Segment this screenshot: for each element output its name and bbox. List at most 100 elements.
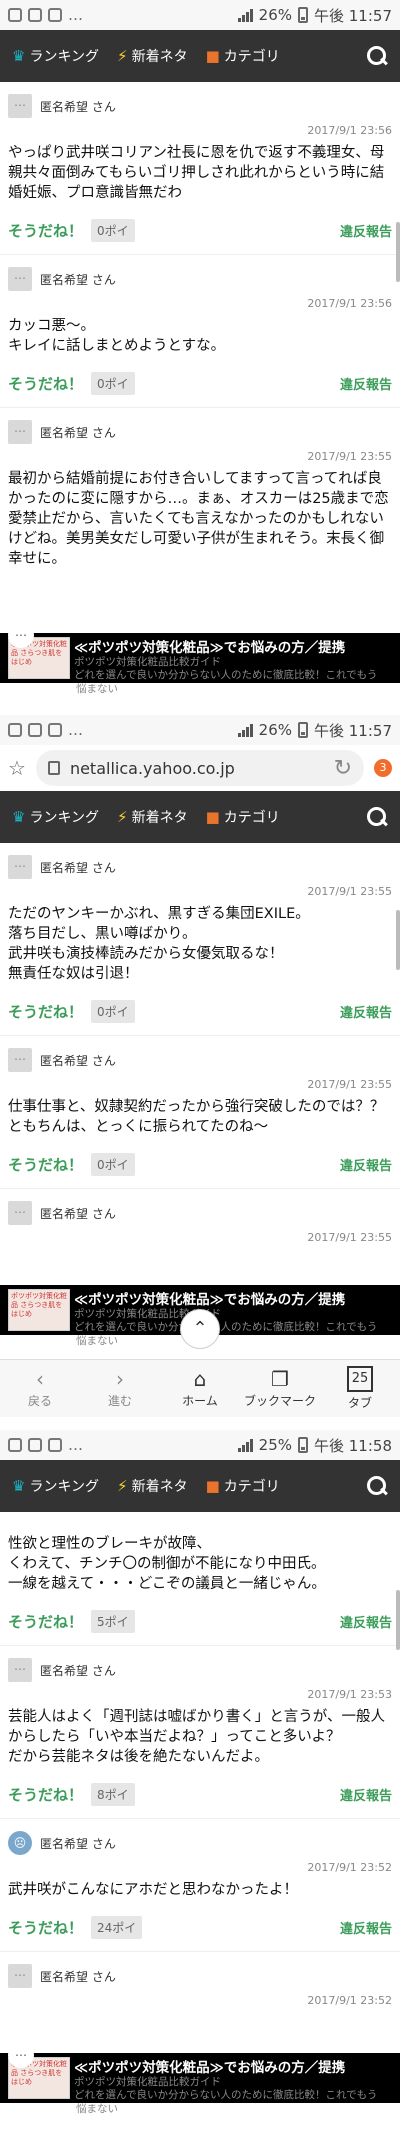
app-icon bbox=[28, 8, 42, 22]
nav-news[interactable]: ⚡ 新着ネタ bbox=[117, 1476, 188, 1496]
bookmarks-button[interactable]: ❐ ブックマーク bbox=[240, 1360, 320, 1417]
comment: … 匿名希望 さん 2017/9/1 23:56 カッコ悪〜。 キレイに話しまとめ… bbox=[0, 255, 400, 408]
edge-panel-handle[interactable] bbox=[396, 910, 400, 970]
avatar: … bbox=[8, 1048, 32, 1072]
crown-icon: ♛ bbox=[12, 1477, 26, 1495]
agree-button[interactable]: そうだね！ bbox=[8, 220, 83, 241]
screen-2: … 26% 午後 11:57 ☆ netallica.yahoo.co.jp ↻… bbox=[0, 715, 400, 1430]
ad-options-icon[interactable]: ⋯ bbox=[8, 2042, 34, 2068]
battery-icon bbox=[298, 1437, 308, 1453]
lock-icon bbox=[47, 761, 60, 775]
home-button[interactable]: ⌂ ホーム bbox=[160, 1360, 240, 1417]
comment: … 匿名希望 さん 2017/9/1 23:55 bbox=[0, 1189, 400, 1244]
ad-thumbnail: ポツポツ対策化粧品 さらつき肌をはじめ bbox=[8, 1289, 70, 1331]
nav-news[interactable]: ⚡ 新着ネタ bbox=[117, 46, 188, 66]
battery-icon bbox=[298, 722, 308, 738]
comment-date: 2017/9/1 23:53 bbox=[307, 1688, 392, 1701]
comment-date: 2017/9/1 23:52 bbox=[307, 1994, 392, 2007]
search-icon[interactable] bbox=[366, 1475, 388, 1497]
agree-button[interactable]: そうだね！ bbox=[8, 1917, 83, 1938]
avatar: … bbox=[8, 94, 32, 118]
sad-face-avatar: ☹ bbox=[8, 1831, 32, 1855]
tabs-button[interactable]: 25 タブ bbox=[320, 1360, 400, 1417]
site-navbar: ♛ ランキング ⚡ 新着ネタ ■ カテゴリ bbox=[0, 30, 400, 82]
comment-date: 2017/9/1 23:55 bbox=[307, 1078, 392, 1091]
clock: 午後 11:57 bbox=[314, 721, 392, 740]
search-icon[interactable] bbox=[366, 806, 388, 828]
back-button[interactable]: ‹ 戻る bbox=[0, 1360, 80, 1417]
search-icon[interactable] bbox=[366, 45, 388, 67]
reload-icon[interactable]: ↻ bbox=[334, 756, 352, 781]
agree-button[interactable]: そうだね！ bbox=[8, 1784, 83, 1805]
comment-date: 2017/9/1 23:55 bbox=[307, 450, 392, 463]
nav-category[interactable]: ■ カテゴリ bbox=[206, 46, 280, 66]
battery-percent: 26% bbox=[258, 6, 292, 24]
forward-button[interactable]: › 進む bbox=[80, 1360, 160, 1417]
edge-panel-handle[interactable] bbox=[396, 222, 400, 282]
comment: … 匿名希望 さん 2017/9/1 23:56 やっぱり武井咲コリアン社長に恩を… bbox=[0, 82, 400, 255]
ad-banner[interactable]: ポツポツ対策化粧品 さらつき肌をはじめ ≪ポツポツ対策化粧品≫でお悩みの方／提携… bbox=[0, 633, 400, 683]
avatar: … bbox=[8, 1964, 32, 1988]
ad-banner[interactable]: ポツポツ対策化粧品 さらつき肌をはじめ ≪ポツポツ対策化粧品≫でお悩みの方／提携… bbox=[0, 2053, 400, 2103]
agree-button[interactable]: そうだね！ bbox=[8, 1154, 83, 1175]
tab-count-badge[interactable]: 3 bbox=[374, 759, 392, 777]
report-link[interactable]: 違反報告 bbox=[340, 1612, 392, 1631]
ad-options-icon[interactable]: ⋯ bbox=[8, 622, 34, 648]
bookmark-star-icon[interactable]: ☆ bbox=[8, 756, 26, 780]
ad-line: ポツポツ対策化粧品比較ガイド bbox=[74, 1308, 221, 1320]
address-field[interactable]: netallica.yahoo.co.jp ↻ bbox=[35, 750, 364, 786]
comment-body: ただのヤンキーかぶれ、黒すぎる集団EXILE。 落ち目だし、黒い噂ばかり。 武井… bbox=[8, 906, 310, 982]
avatar: … bbox=[8, 1201, 32, 1225]
lightning-icon: ⚡ bbox=[117, 1477, 128, 1495]
report-link[interactable]: 違反報告 bbox=[340, 1785, 392, 1804]
author-name: 匿名希望 さん bbox=[40, 1053, 116, 1068]
comment: 性欲と理性のブレーキが故障、 くわえて、チンチ〇の制御が不能になり中田氏。 一線… bbox=[0, 1512, 400, 1646]
more-icon: … bbox=[68, 6, 84, 24]
tabs-icon: 25 bbox=[346, 1366, 374, 1392]
ad-line: どれを選んで良いか分からない人のために徹底比較！これでもう bbox=[74, 1321, 378, 1333]
author-name: 匿名希望 さん bbox=[40, 1836, 116, 1851]
battery-icon bbox=[298, 7, 308, 23]
nav-news[interactable]: ⚡ 新着ネタ bbox=[117, 807, 188, 827]
app-icon bbox=[48, 723, 62, 737]
nav-category[interactable]: ■ カテゴリ bbox=[206, 1476, 280, 1496]
points-badge: 0ポイ bbox=[91, 1000, 135, 1023]
points-badge: 0ポイ bbox=[91, 1153, 135, 1176]
agree-button[interactable]: そうだね！ bbox=[8, 1001, 83, 1022]
scroll-to-top-button[interactable]: ⌃ bbox=[180, 1309, 220, 1349]
app-icon bbox=[8, 1438, 22, 1452]
ad-line: 悩まない bbox=[76, 1335, 118, 1347]
agree-button[interactable]: そうだね！ bbox=[8, 373, 83, 394]
author-name: 匿名希望 さん bbox=[40, 1663, 116, 1678]
signal-icon bbox=[237, 1438, 253, 1452]
nav-ranking[interactable]: ♛ ランキング bbox=[12, 1476, 99, 1496]
nav-category[interactable]: ■ カテゴリ bbox=[206, 807, 280, 827]
screen-3: … 25% 午後 11:58 ♛ ランキング ⚡ 新着ネタ ■ カテゴリ 性欲と理性の… bbox=[0, 1430, 400, 2133]
app-icon bbox=[48, 1438, 62, 1452]
comment-body: やっぱり武井咲コリアン社長に恩を仇で返す不義理女、母親共々面倒みてもらいゴリ押し… bbox=[8, 145, 385, 201]
comment-body: 性欲と理性のブレーキが故障、 くわえて、チンチ〇の制御が不能になり中田氏。 一線… bbox=[8, 1536, 326, 1592]
status-bar: … 25% 午後 11:58 bbox=[0, 1430, 400, 1460]
nav-ranking[interactable]: ♛ ランキング bbox=[12, 46, 99, 66]
more-icon: … bbox=[68, 721, 84, 739]
edge-panel-handle[interactable] bbox=[396, 1590, 400, 1650]
comment-date: 2017/9/1 23:56 bbox=[307, 297, 392, 310]
report-link[interactable]: 違反報告 bbox=[340, 1918, 392, 1937]
agree-button[interactable]: そうだね！ bbox=[8, 1611, 83, 1632]
report-link[interactable]: 違反報告 bbox=[340, 1155, 392, 1174]
more-icon: … bbox=[68, 1436, 84, 1454]
site-navbar: ♛ ランキング ⚡ 新着ネタ ■ カテゴリ bbox=[0, 791, 400, 843]
ad-line: 悩まない bbox=[76, 2103, 118, 2115]
report-link[interactable]: 違反報告 bbox=[340, 374, 392, 393]
author-name: 匿名希望 さん bbox=[40, 1206, 116, 1221]
comment-body: カッコ悪〜。 キレイに話しまとめようとすな。 bbox=[8, 318, 226, 354]
author-name: 匿名希望 さん bbox=[40, 860, 116, 875]
folder-icon: ■ bbox=[205, 808, 220, 826]
lightning-icon: ⚡ bbox=[117, 47, 128, 65]
signal-icon bbox=[237, 8, 253, 22]
nav-ranking[interactable]: ♛ ランキング bbox=[12, 807, 99, 827]
url-text: netallica.yahoo.co.jp bbox=[69, 758, 235, 778]
report-link[interactable]: 違反報告 bbox=[340, 221, 392, 240]
author-name: 匿名希望 さん bbox=[40, 425, 116, 440]
report-link[interactable]: 違反報告 bbox=[340, 1002, 392, 1021]
